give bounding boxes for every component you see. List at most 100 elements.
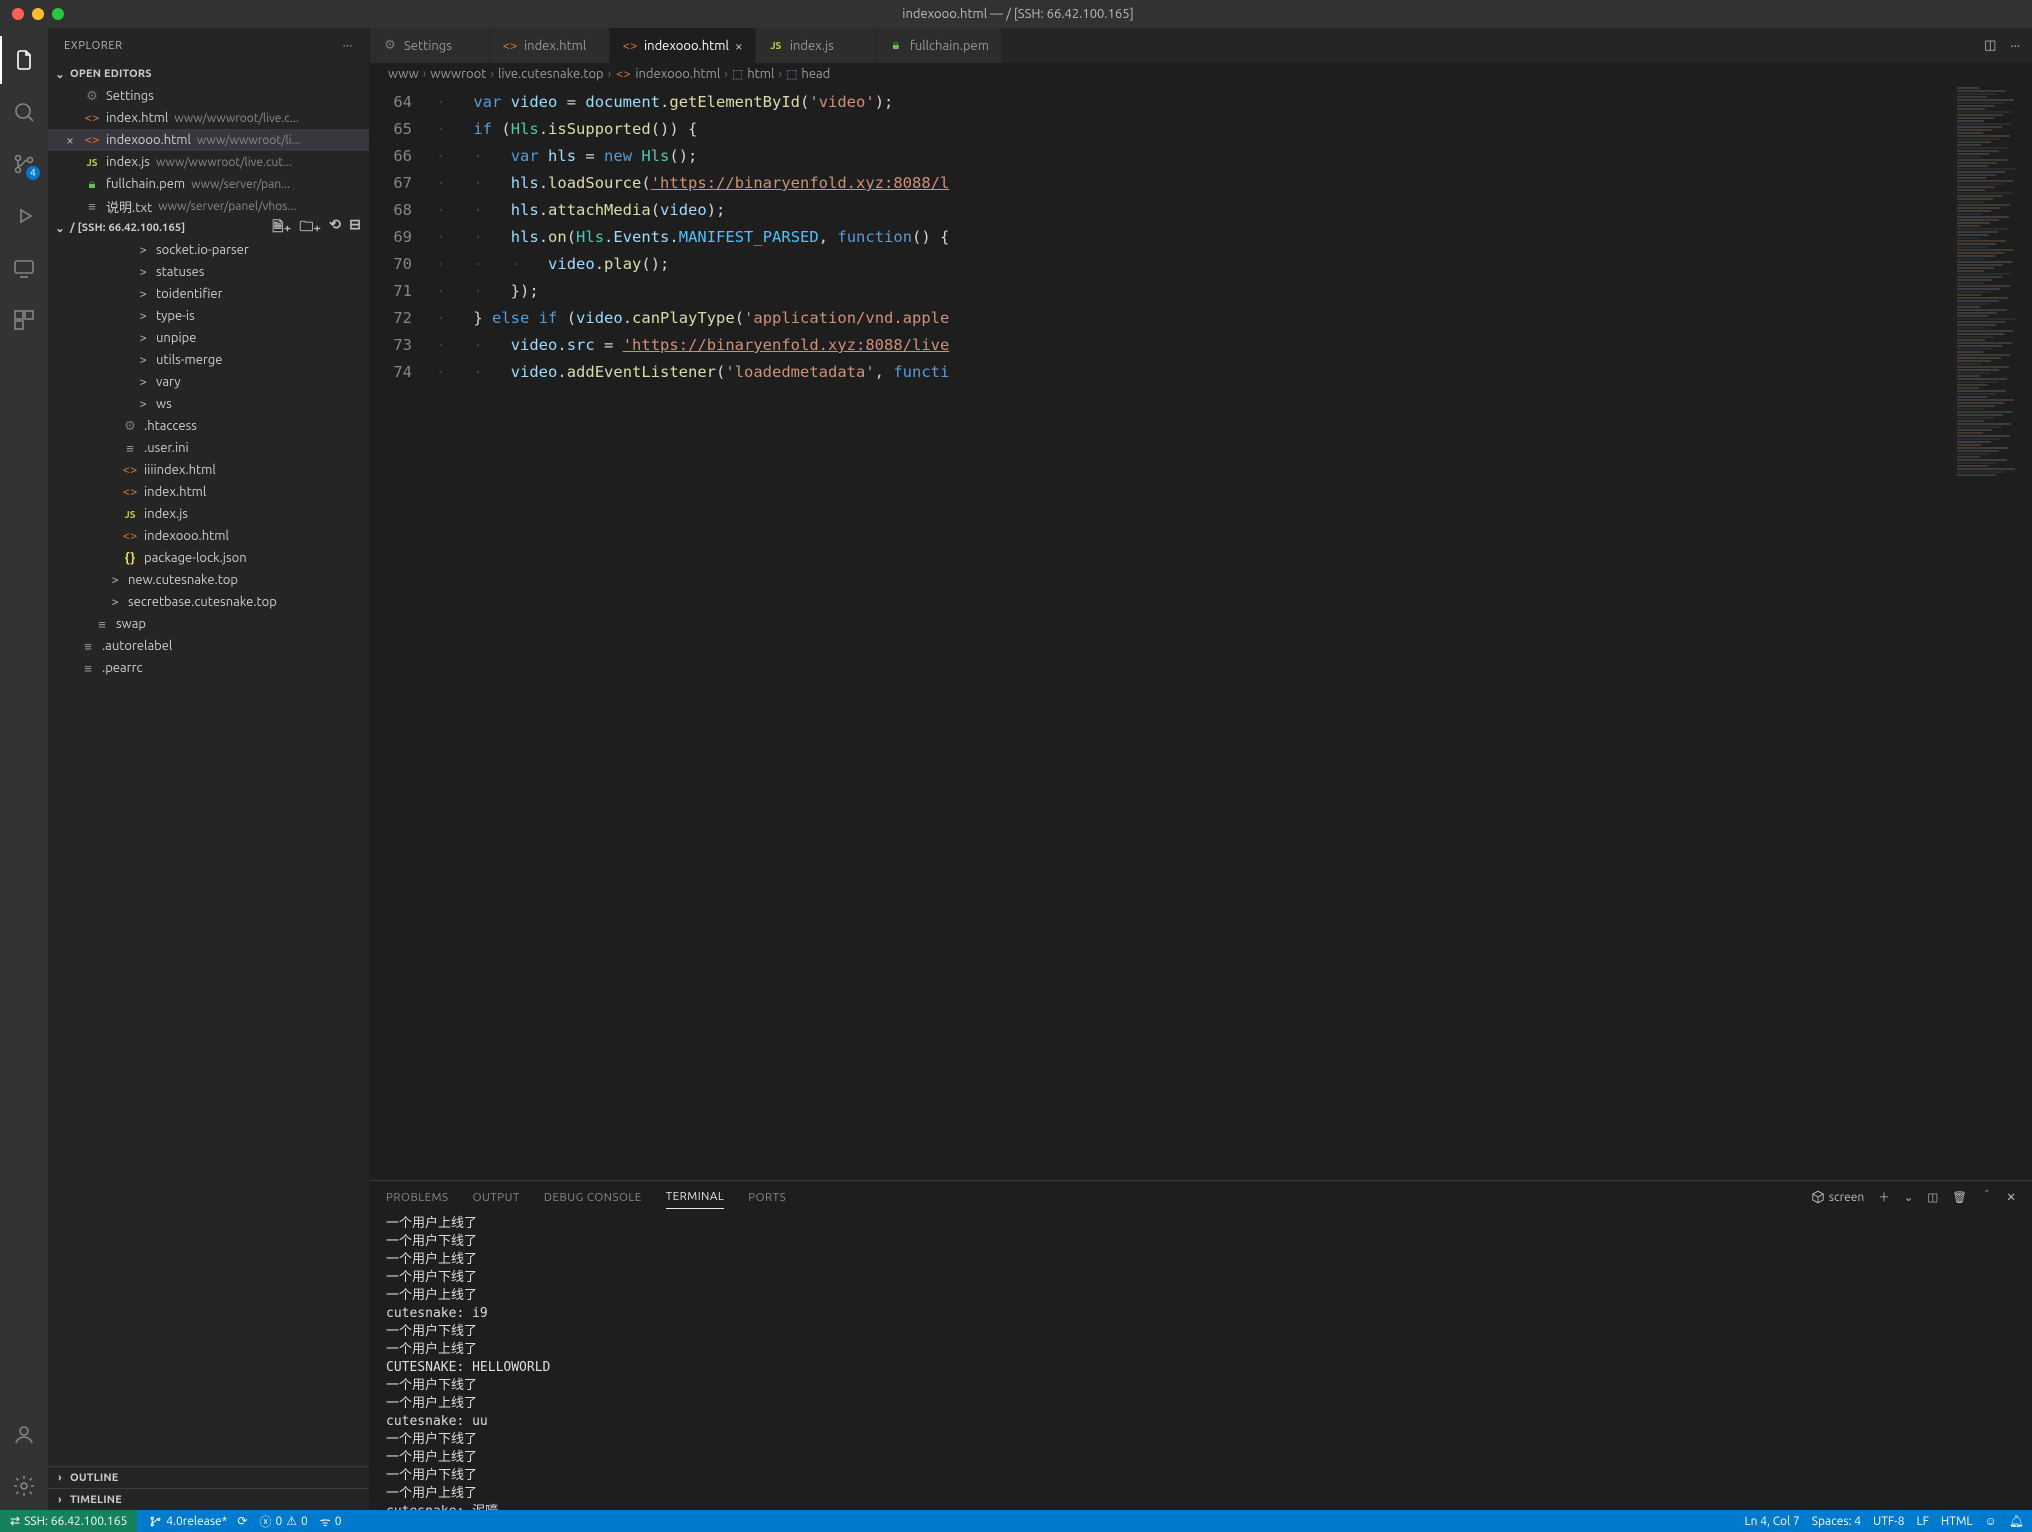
tree-file[interactable]: ≡swap [48, 613, 369, 635]
explorer-more-icon[interactable]: ··· [343, 40, 353, 52]
line-number: 64 [370, 89, 436, 116]
status-notifications[interactable]: 🔔︎ [2009, 1514, 2024, 1528]
tree-folder[interactable]: >type-is [48, 305, 369, 327]
breadcrumb-segment[interactable]: head [801, 67, 830, 81]
status-remote[interactable]: ⇄ SSH: 66.42.100.165 [0, 1510, 137, 1532]
chevron-right-icon: > [136, 265, 150, 279]
panel-tab-terminal[interactable]: TERMINAL [666, 1185, 725, 1209]
activity-explorer[interactable] [0, 36, 48, 84]
html-icon: <> [122, 462, 138, 478]
panel-tab-output[interactable]: OUTPUT [473, 1186, 520, 1209]
breadcrumb-segment[interactable]: live.cutesnake.top [498, 67, 604, 81]
terminal-line: 一个用户下线了 [386, 1269, 2016, 1287]
split-terminal-icon[interactable]: ◫ [1927, 1190, 1938, 1204]
tree-folder[interactable]: >utils-merge [48, 349, 369, 371]
tree-file[interactable]: <>iiiindex.html [48, 459, 369, 481]
editor-tab[interactable]: <>index.html [490, 28, 610, 63]
maximize-window-button[interactable] [52, 8, 64, 20]
tree-file[interactable]: ≡.autorelabel [48, 635, 369, 657]
tree-file[interactable]: ≡.user.ini [48, 437, 369, 459]
open-editor-item[interactable]: ×⚙Settings [48, 85, 369, 107]
close-icon[interactable]: × [735, 38, 743, 54]
activity-debug[interactable] [0, 192, 48, 240]
open-editor-item[interactable]: ×🔒︎fullchain.pemwww/server/pan... [48, 173, 369, 195]
tree-file[interactable]: ⚙.htaccess [48, 415, 369, 437]
kill-terminal-icon[interactable]: 🗑 [1952, 1190, 1967, 1204]
maximize-panel-icon[interactable]: ＾ [1981, 1189, 1993, 1205]
open-editor-item[interactable]: ×≡说明.txtwww/server/panel/vhos... [48, 195, 369, 217]
new-terminal-icon[interactable]: ＋ [1878, 1189, 1890, 1205]
terminal-dropdown-icon[interactable]: ⌄ [1904, 1190, 1914, 1204]
panel-tab-debug-console[interactable]: DEBUG CONSOLE [544, 1186, 642, 1209]
new-folder-icon[interactable]: 🗀₊ [299, 216, 321, 240]
status-eol[interactable]: LF [1917, 1515, 1929, 1528]
close-window-button[interactable] [12, 8, 24, 20]
status-cursor[interactable]: Ln 4, Col 7 [1745, 1515, 1800, 1528]
minimize-window-button[interactable] [32, 8, 44, 20]
activity-settings[interactable] [0, 1462, 48, 1510]
panel-tab-problems[interactable]: PROBLEMS [386, 1186, 449, 1209]
breadcrumb-segment[interactable]: html [747, 67, 774, 81]
tree-folder[interactable]: >socket.io-parser [48, 239, 369, 261]
status-feedback[interactable]: ☺ [1985, 1514, 1997, 1528]
status-indent[interactable]: Spaces: 4 [1812, 1515, 1861, 1528]
panel-tab-ports[interactable]: PORTS [748, 1186, 786, 1209]
outline-section[interactable]: › OUTLINE [48, 1466, 369, 1488]
code-editor[interactable]: · var video = document.getElementById('v… [436, 85, 1954, 1180]
close-icon[interactable]: × [62, 132, 78, 148]
minimap[interactable] [1954, 85, 2032, 1180]
antenna-icon: ᯤ [320, 1513, 331, 1530]
code-line: · · · video.play(); [436, 251, 1954, 278]
editor-tab[interactable]: JSindex.js [756, 28, 876, 63]
breadcrumb-segment[interactable]: wwwroot [430, 67, 486, 81]
status-lang[interactable]: HTML [1941, 1515, 1973, 1528]
editor-tab[interactable]: 🔒︎fullchain.pem [876, 28, 1002, 63]
activity-search[interactable] [0, 88, 48, 136]
activity-remote[interactable] [0, 244, 48, 292]
tree-file[interactable]: <>index.html [48, 481, 369, 503]
new-file-icon[interactable]: 🗎₊ [272, 216, 291, 240]
chevron-right-icon: › [423, 67, 427, 81]
breadcrumb-segment[interactable]: indexooo.html [635, 67, 720, 81]
tree-folder[interactable]: >toidentifier [48, 283, 369, 305]
editor-tab[interactable]: <>indexooo.html× [610, 28, 756, 63]
tree-folder[interactable]: >unpipe [48, 327, 369, 349]
tree-file[interactable]: JSindex.js [48, 503, 369, 525]
tree-folder[interactable]: >statuses [48, 261, 369, 283]
activity-extensions[interactable] [0, 296, 48, 344]
files-icon [12, 48, 36, 72]
status-ports[interactable]: ᯤ0 [320, 1513, 342, 1530]
activity-account[interactable] [0, 1410, 48, 1458]
editor-tab[interactable]: ⚙Settings [370, 28, 490, 63]
open-editor-item[interactable]: ×<>indexooo.htmlwww/wwwroot/li... [48, 129, 369, 151]
close-panel-icon[interactable]: ✕ [2006, 1190, 2016, 1204]
tree-folder[interactable]: >ws [48, 393, 369, 415]
terminal-profile[interactable]: screen [1811, 1190, 1864, 1204]
more-actions-icon[interactable]: ··· [2010, 39, 2020, 53]
tree-folder[interactable]: >new.cutesnake.top [48, 569, 369, 591]
status-branch[interactable]: 4.0release* ⟳ [149, 1514, 247, 1528]
open-editor-item[interactable]: ×<>index.htmlwww/wwwroot/live.c... [48, 107, 369, 129]
open-editor-item[interactable]: ×JSindex.jswww/wwwroot/live.cut... [48, 151, 369, 173]
tree-folder[interactable]: >vary [48, 371, 369, 393]
status-problems[interactable]: ⓧ0 ⚠0 [259, 1513, 307, 1530]
tree-folder[interactable]: >secretbase.cutesnake.top [48, 591, 369, 613]
status-encoding[interactable]: UTF-8 [1873, 1515, 1904, 1528]
timeline-section[interactable]: › TIMELINE [48, 1488, 369, 1510]
gear-icon: ⚙ [84, 88, 100, 104]
refresh-icon[interactable]: ⟲ [329, 216, 341, 240]
breadcrumb[interactable]: www › wwwroot › live.cutesnake.top ›<> i… [370, 63, 2032, 85]
tree-file[interactable]: <>indexooo.html [48, 525, 369, 547]
collapse-all-icon[interactable]: ⊟ [349, 216, 361, 240]
terminal-output[interactable]: 一个用户上线了一个用户下线了一个用户上线了一个用户下线了一个用户上线了cutes… [370, 1213, 2032, 1510]
activity-scm[interactable]: 4 [0, 140, 48, 188]
split-editor-icon[interactable]: ◫ [1984, 38, 1996, 53]
workspace-section[interactable]: ⌄ / [SSH: 66.42.100.165] 🗎₊ 🗀₊ ⟲ ⊟ [48, 217, 369, 239]
tree-file[interactable]: {}package-lock.json [48, 547, 369, 569]
breadcrumb-segment[interactable]: www [388, 67, 419, 81]
open-editors-section[interactable]: ⌄ OPEN EDITORS [48, 63, 369, 85]
tree-file[interactable]: ≡.pearrc [48, 657, 369, 679]
terminal-line: cutesnake: i9 [386, 1305, 2016, 1323]
bell-icon: 🔔︎ [2009, 1514, 2024, 1528]
sync-icon[interactable]: ⟳ [237, 1514, 247, 1528]
